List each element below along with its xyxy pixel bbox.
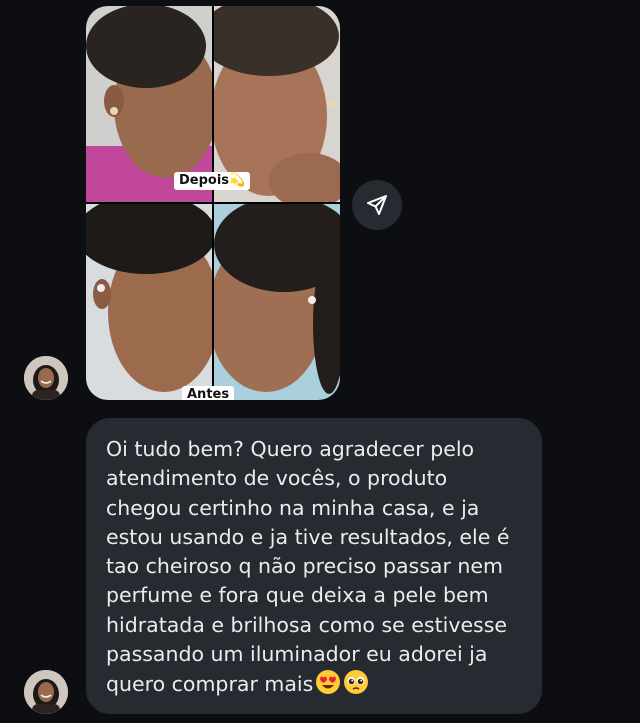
before-label: Antes <box>182 386 235 400</box>
photo-before-left <box>86 204 212 400</box>
message-text: Oi tudo bem? Quero agradecer pelo atendi… <box>106 437 510 697</box>
photo-message[interactable]: Depois💫 Antes <box>86 6 340 400</box>
send-paper-plane-icon <box>367 195 387 215</box>
sender-avatar-2[interactable] <box>24 670 68 714</box>
message-bubble[interactable]: Oi tudo bem? Quero agradecer pelo atendi… <box>86 418 542 714</box>
photo-before-right <box>214 204 340 400</box>
pleading-face-emoji <box>343 669 369 703</box>
share-button[interactable] <box>352 180 402 230</box>
heart-eyes-emoji <box>315 669 341 703</box>
sender-avatar[interactable] <box>24 356 68 400</box>
after-label: Depois💫 <box>174 172 251 190</box>
